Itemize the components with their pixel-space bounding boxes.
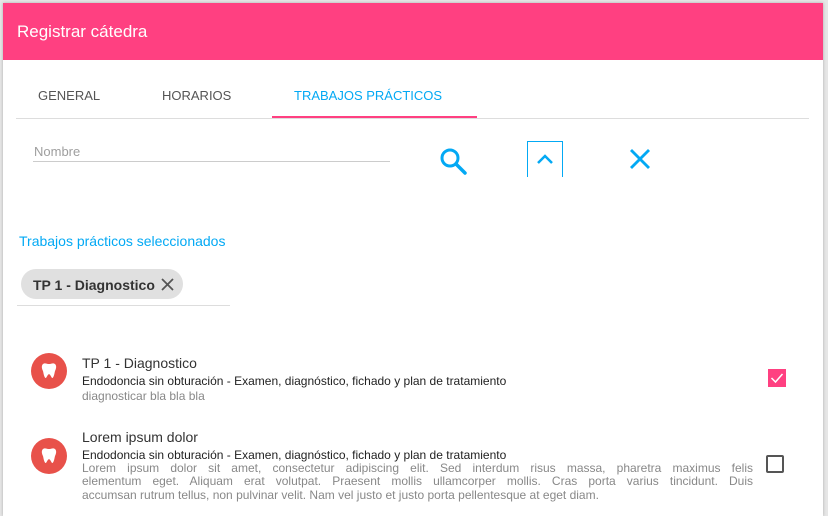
item-subtitle: Endodoncia sin obturación - Examen, diag…	[82, 374, 507, 388]
collapse-button[interactable]	[527, 141, 563, 177]
search-button[interactable]	[437, 145, 469, 177]
tabs-divider	[16, 118, 809, 119]
dialog-header: Registrar cátedra	[3, 3, 823, 60]
active-tab-indicator	[272, 116, 477, 118]
close-icon	[630, 149, 650, 169]
tooth-icon	[41, 363, 57, 379]
search-icon	[440, 148, 467, 175]
item-checkbox-unchecked[interactable]	[766, 455, 784, 473]
tab-general[interactable]: GENERAL	[38, 88, 100, 103]
chevron-up-icon	[537, 154, 553, 164]
dialog-title: Registrar cátedra	[17, 22, 148, 41]
item-title: TP 1 - Diagnostico	[82, 355, 197, 371]
chip-input-underline	[17, 305, 230, 306]
chip-remove-button[interactable]	[160, 277, 175, 292]
clear-button[interactable]	[627, 146, 653, 172]
item-title: Lorem ipsum dolor	[82, 429, 198, 445]
item-description-line: elementum eget. Aliquam erat volutpat. P…	[82, 474, 753, 488]
item-subtitle: Endodoncia sin obturación - Examen, diag…	[82, 448, 507, 462]
register-chair-dialog: Registrar cátedra GENERAL HORARIOS TRABA…	[3, 3, 823, 516]
tooth-icon	[41, 448, 57, 464]
chip-label: TP 1 - Diagnostico	[33, 277, 155, 293]
tab-horarios[interactable]: HORARIOS	[162, 88, 231, 103]
close-icon	[161, 278, 174, 291]
selected-chip: TP 1 - Diagnostico	[21, 269, 183, 299]
check-icon	[770, 373, 784, 384]
item-description: diagnosticar bla bla bla	[82, 389, 205, 403]
item-checkbox-checked[interactable]	[768, 369, 786, 387]
name-search-input[interactable]	[33, 141, 390, 162]
item-avatar	[31, 353, 67, 389]
tab-trabajos-practicos[interactable]: TRABAJOS PRÁCTICOS	[294, 88, 442, 103]
selected-practicals-label: Trabajos prácticos seleccionados	[19, 233, 226, 249]
item-avatar	[31, 438, 67, 474]
item-description-line: Lorem ipsum dolor sit amet, consectetur …	[82, 461, 753, 475]
item-description-line: accumsan rutrum tellus, non pulvinar vel…	[82, 488, 599, 502]
